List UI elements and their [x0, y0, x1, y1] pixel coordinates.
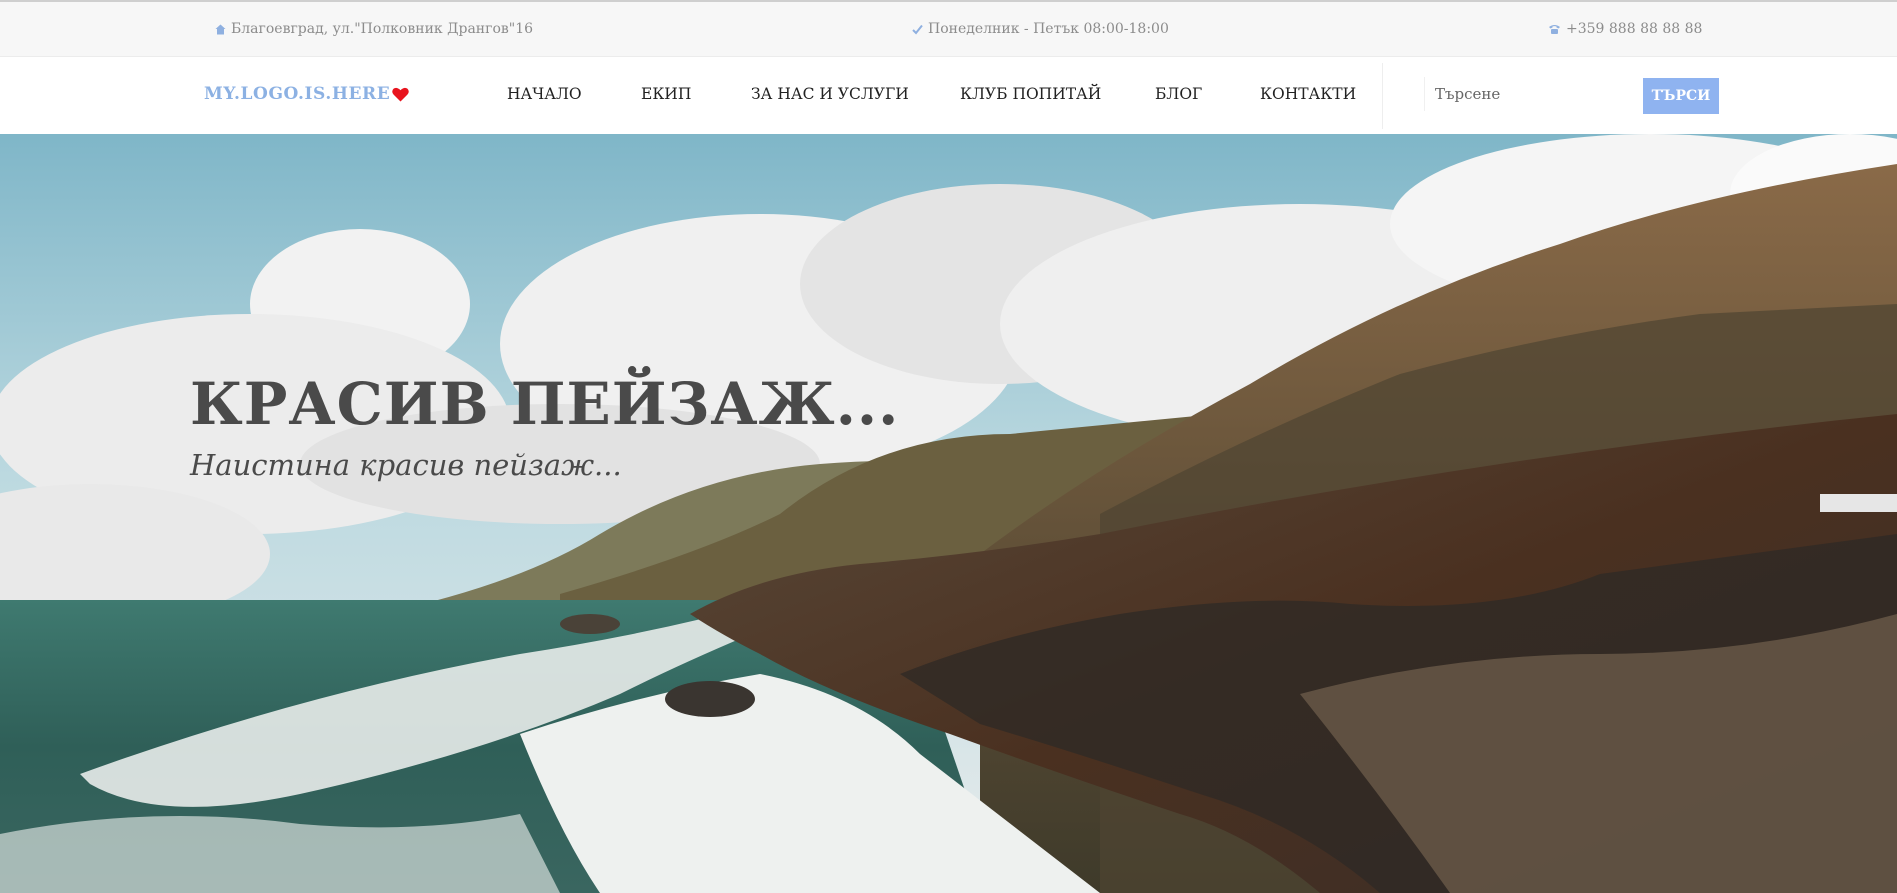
nav-item-home[interactable]: НАЧАЛО: [507, 85, 582, 103]
hero-banner: КРАСИВ ПЕЙЗАЖ... Наистина красив пейзаж.…: [0, 134, 1897, 893]
nav-item-about-services[interactable]: ЗА НАС И УСЛУГИ: [751, 85, 909, 103]
check-icon: [912, 24, 923, 35]
phone-icon: [1548, 24, 1561, 35]
hours-text: Понеделник - Петък 08:00-18:00: [928, 21, 1169, 37]
hours-info: Понеделник - Петък 08:00-18:00: [912, 21, 1169, 37]
search-input[interactable]: [1424, 77, 1624, 111]
home-icon: [215, 24, 226, 35]
phone-text: +359 888 88 88 88: [1566, 21, 1703, 37]
logo-text: MY.LOGO.IS.HERE: [204, 84, 391, 104]
main-navigation: MY.LOGO.IS.HERE НАЧАЛО ЕКИП ЗА НАС И УСЛ…: [0, 57, 1897, 134]
nav-item-contacts[interactable]: КОНТАКТИ: [1260, 85, 1356, 103]
address-text: Благоевград, ул."Полковник Дрангов"16: [231, 21, 534, 37]
nav-item-team[interactable]: ЕКИП: [641, 85, 691, 103]
nav-divider: [1382, 63, 1383, 129]
phone-info: +359 888 88 88 88: [1548, 21, 1702, 37]
address-info: Благоевград, ул."Полковник Дрангов"16: [215, 21, 533, 37]
nav-item-ask-club[interactable]: КЛУБ ПОПИТАЙ: [960, 85, 1101, 103]
site-logo[interactable]: MY.LOGO.IS.HERE: [204, 84, 410, 104]
nav-item-blog[interactable]: БЛОГ: [1155, 85, 1202, 103]
top-info-bar: Благоевград, ул."Полковник Дрангов"16 По…: [0, 0, 1897, 57]
hero-title: КРАСИВ ПЕЙЗАЖ...: [190, 370, 900, 438]
hero-subtitle: Наистина красив пейзаж...: [190, 448, 622, 482]
heart-icon: [392, 87, 410, 102]
hero-landscape-image: [0, 134, 1897, 893]
search-button[interactable]: ТЪРСИ: [1643, 78, 1719, 114]
